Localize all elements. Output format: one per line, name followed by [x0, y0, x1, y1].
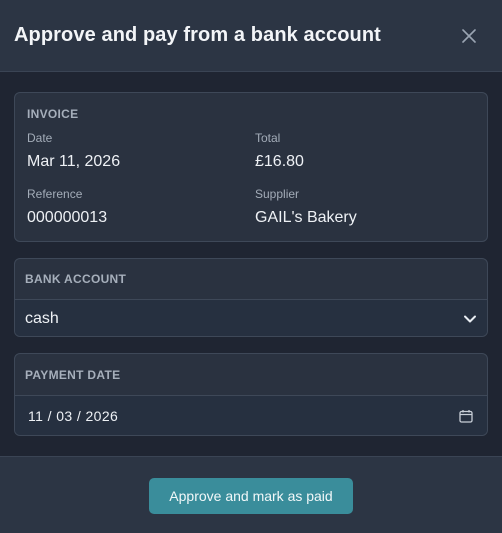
- dialog-body: INVOICE Date Mar 11, 2026 Total £16.80 R…: [0, 72, 502, 436]
- bank-account-header: BANK ACCOUNT: [15, 259, 487, 299]
- date-label: Date: [27, 131, 53, 145]
- payment-date-value: 11 / 03 / 2026: [28, 408, 119, 424]
- invoice-supplier: Supplier GAIL's Bakery: [255, 187, 475, 243]
- invoice-reference: Reference 000000013: [27, 187, 255, 243]
- payment-date-label: PAYMENT DATE: [25, 367, 121, 382]
- approve-pay-dialog: Approve and pay from a bank account INVO…: [0, 0, 502, 533]
- payment-date-input[interactable]: 11 / 03 / 2026: [15, 395, 487, 435]
- date-value: Mar 11, 2026: [27, 153, 121, 170]
- invoice-card: INVOICE Date Mar 11, 2026 Total £16.80 R…: [14, 92, 488, 242]
- close-button[interactable]: [456, 23, 482, 49]
- close-icon: [462, 28, 476, 43]
- dialog-footer: Approve and mark as paid: [0, 456, 502, 533]
- invoice-details: Date Mar 11, 2026 Total £16.80 Reference…: [27, 131, 475, 243]
- total-value: £16.80: [255, 153, 304, 170]
- approve-mark-paid-button[interactable]: Approve and mark as paid: [149, 478, 353, 514]
- invoice-date: Date Mar 11, 2026: [27, 131, 255, 187]
- bank-account-selected-value: cash: [25, 309, 59, 327]
- chevron-down-icon: [464, 315, 476, 322]
- bank-account-card: BANK ACCOUNT cash: [14, 258, 488, 337]
- payment-date-card: PAYMENT DATE 11 / 03 / 2026: [14, 353, 488, 436]
- bank-account-label: BANK ACCOUNT: [25, 272, 127, 286]
- reference-value: 000000013: [27, 209, 108, 226]
- invoice-total: Total £16.80: [255, 131, 475, 187]
- dialog-header: Approve and pay from a bank account: [0, 0, 502, 72]
- bank-account-select[interactable]: cash: [15, 299, 487, 336]
- payment-date-header: PAYMENT DATE: [15, 354, 487, 395]
- supplier-label: Supplier: [255, 187, 300, 201]
- calendar-icon[interactable]: [459, 409, 473, 423]
- invoice-section-label: INVOICE: [27, 107, 79, 121]
- supplier-value: GAIL's Bakery: [255, 209, 357, 226]
- total-label: Total: [255, 131, 281, 145]
- dialog-title: Approve and pay from a bank account: [14, 24, 381, 46]
- reference-label: Reference: [27, 187, 83, 201]
